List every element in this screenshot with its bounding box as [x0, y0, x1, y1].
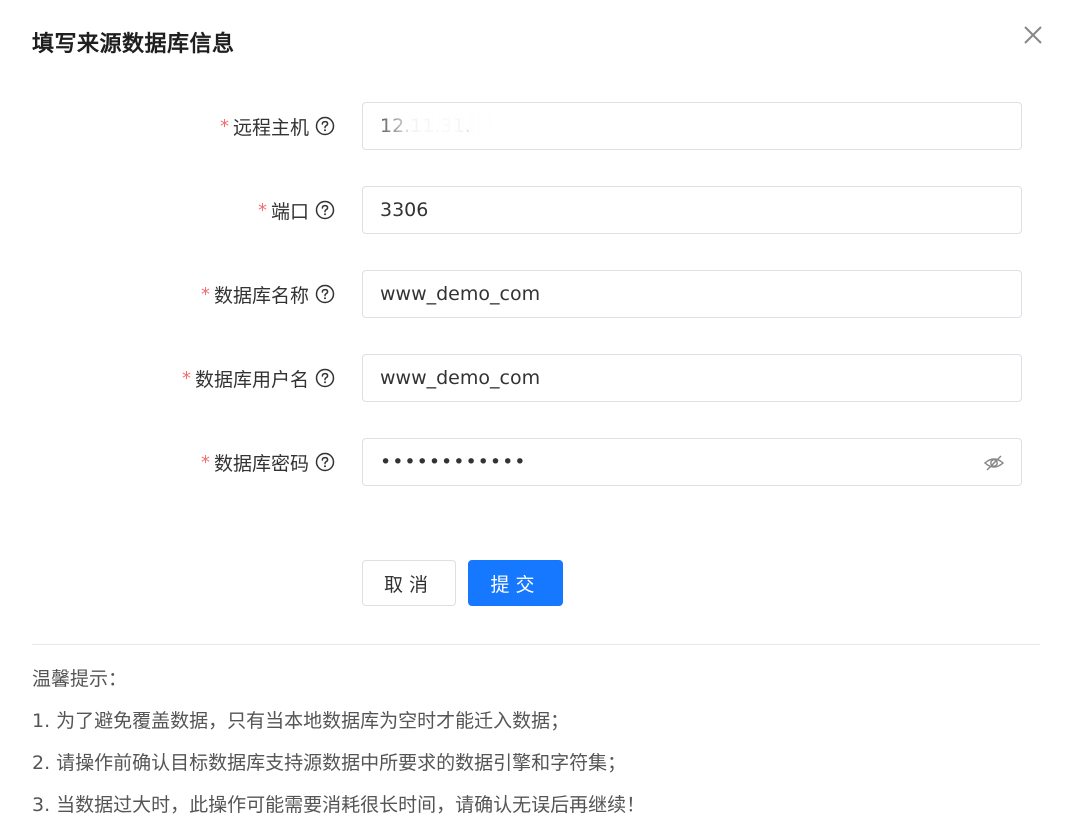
database-password-label-text: 数据库密码 [213, 452, 309, 475]
form-row-remote-host: * 远程主机 [0, 102, 1069, 150]
dialog-title: 填写来源数据库信息 [32, 32, 235, 57]
redaction-blur [380, 108, 490, 138]
question-circle-icon[interactable] [315, 284, 335, 304]
tip-item: 1. 为了避免覆盖数据，只有当本地数据库为空时才能迁入数据； [32, 710, 570, 732]
submit-button[interactable]: 提交 [468, 560, 563, 606]
port-input[interactable] [363, 187, 960, 233]
port-input-box [362, 186, 1022, 234]
required-mark: * [200, 283, 210, 305]
form-row-database-user: * 数据库用户名 [0, 354, 1069, 402]
remote-host-label-text: 远程主机 [232, 116, 309, 139]
form-row-database-name: * 数据库名称 [0, 270, 1069, 318]
close-icon[interactable] [1020, 22, 1046, 48]
port-label: * 端口 [258, 186, 335, 234]
cancel-button[interactable]: 取消 [362, 560, 456, 606]
question-circle-icon[interactable] [315, 116, 335, 136]
database-name-input[interactable] [363, 271, 960, 317]
port-label-text: 端口 [270, 200, 309, 223]
required-mark: * [257, 199, 267, 221]
database-name-input-box [362, 270, 1022, 318]
tips-title: 温馨提示： [32, 668, 128, 690]
question-circle-icon[interactable] [315, 200, 335, 220]
source-database-dialog: 填写来源数据库信息 * 远程主机 * 端口 [0, 0, 1069, 840]
tip-item: 3. 当数据过大时，此操作可能需要消耗很长时间，请确认无误后再继续！ [32, 794, 646, 816]
required-mark: * [200, 451, 210, 473]
required-mark: * [181, 367, 191, 389]
divider [32, 644, 1040, 645]
database-name-label-text: 数据库名称 [213, 284, 309, 307]
database-user-label: * 数据库用户名 [182, 354, 335, 402]
database-name-label: * 数据库名称 [201, 270, 335, 318]
form-row-database-password: * 数据库密码 [0, 438, 1069, 486]
database-user-input-box [362, 354, 1022, 402]
question-circle-icon[interactable] [315, 368, 335, 388]
database-password-input-box [362, 438, 1022, 486]
eye-off-icon[interactable] [983, 452, 1005, 474]
database-user-input[interactable] [363, 355, 960, 401]
remote-host-label: * 远程主机 [220, 102, 335, 150]
question-circle-icon[interactable] [315, 452, 335, 472]
required-mark: * [219, 115, 229, 137]
database-password-input[interactable] [363, 439, 960, 485]
database-user-label-text: 数据库用户名 [194, 368, 309, 391]
tip-item: 2. 请操作前确认目标数据库支持源数据中所要求的数据引擎和字符集； [32, 752, 627, 774]
form-row-port: * 端口 [0, 186, 1069, 234]
database-password-label: * 数据库密码 [201, 438, 335, 486]
